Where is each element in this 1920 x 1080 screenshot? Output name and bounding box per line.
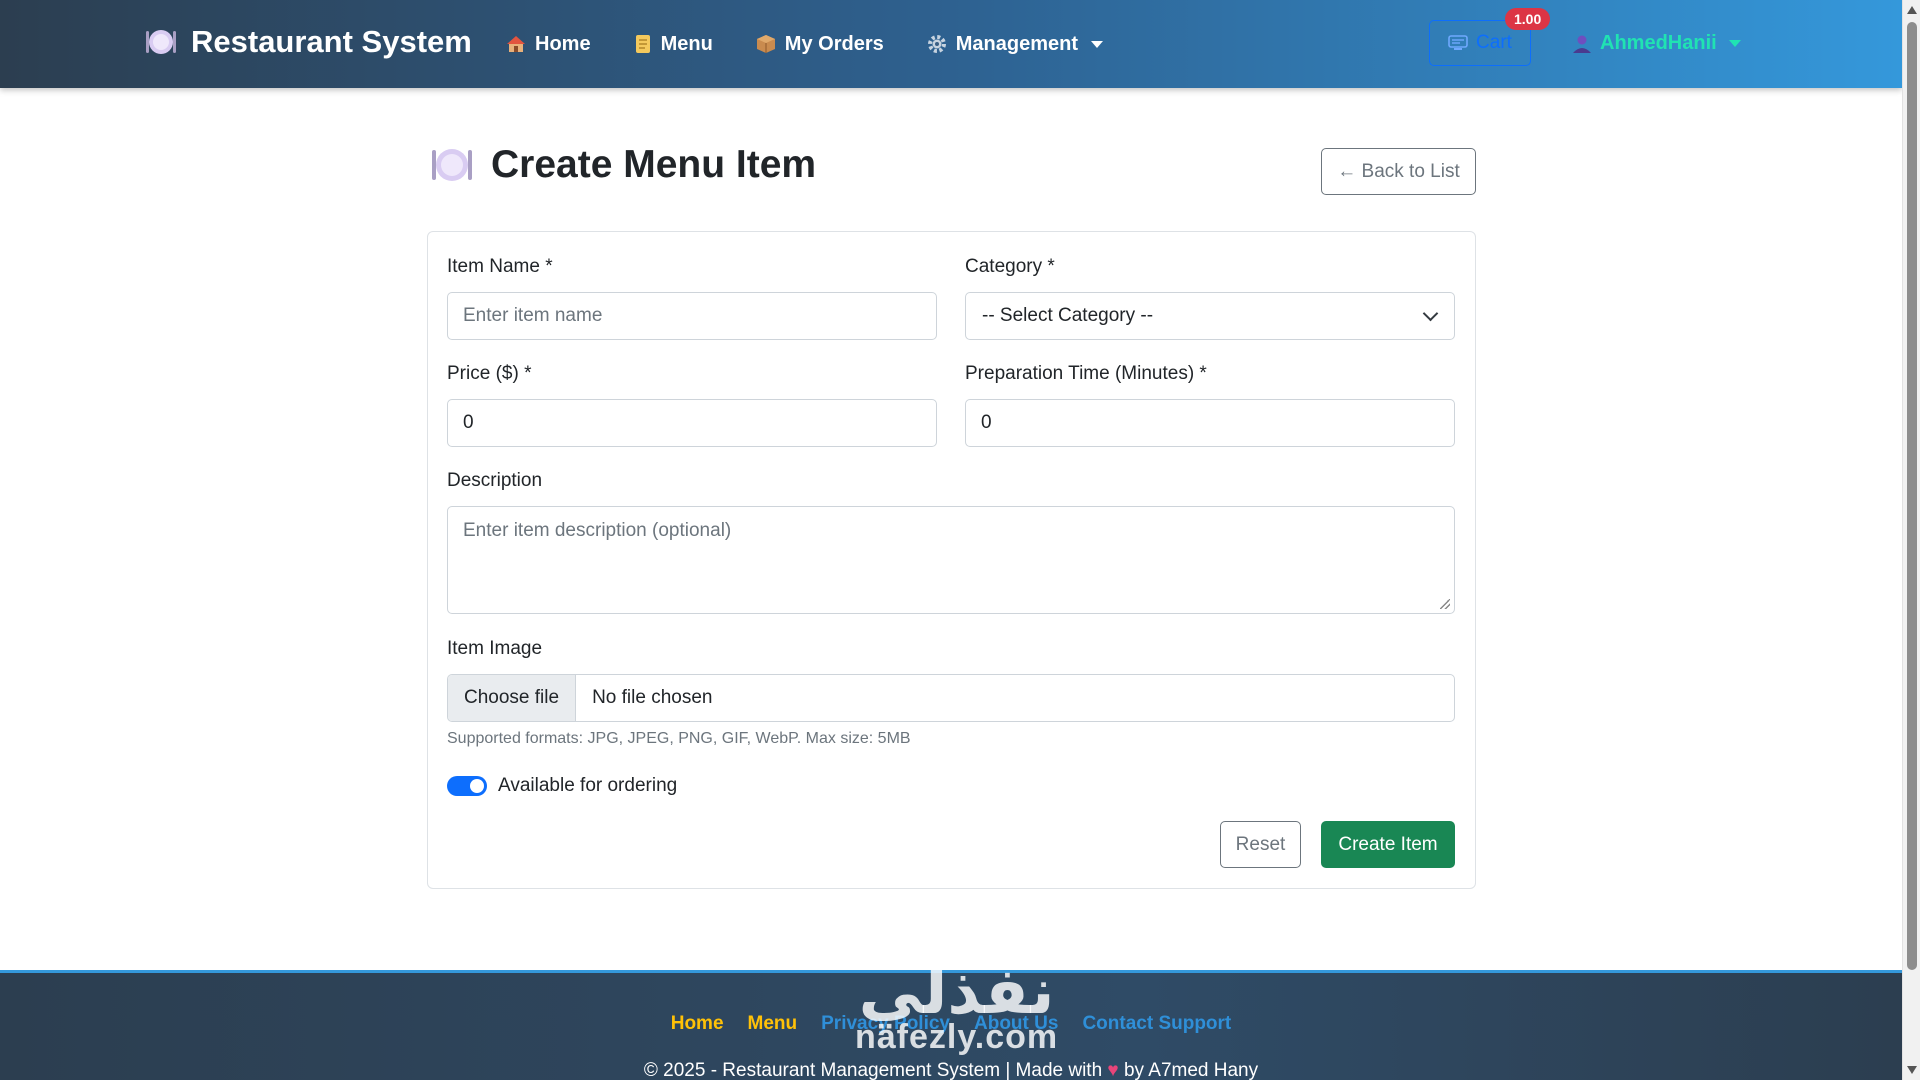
cart-icon — [1448, 35, 1468, 51]
page-header: Create Menu Item — [431, 143, 816, 187]
category-select[interactable]: -- Select Category -- — [965, 292, 1455, 340]
plate-icon — [431, 145, 473, 185]
copyright-text: © 2025 - Restaurant Management System | … — [643, 1060, 1103, 1080]
footer-menu-link[interactable]: Menu — [748, 1013, 798, 1035]
footer-contact-link[interactable]: Contact Support — [1082, 1013, 1231, 1035]
nav-menu-link[interactable]: Menu — [634, 33, 713, 56]
description-label: Description — [447, 470, 543, 491]
item-image-label: Item Image — [447, 638, 543, 659]
item-name-label: Item Name * — [447, 256, 553, 277]
watermark-arabic: نفذلي — [858, 955, 1055, 1029]
house-icon — [506, 34, 526, 54]
cart-label: Cart — [1476, 32, 1512, 53]
prep-time-input[interactable] — [965, 399, 1455, 447]
user-icon — [1572, 34, 1592, 54]
item-name-input[interactable] — [447, 292, 937, 340]
navbar: Restaurant System Home Menu My Orders Ma… — [0, 0, 1902, 88]
scroll-up-icon[interactable] — [1907, 6, 1917, 14]
gear-icon — [927, 34, 947, 54]
available-toggle[interactable] — [447, 776, 487, 796]
chevron-down-icon — [1422, 305, 1439, 322]
page-title: Create Menu Item — [491, 143, 817, 186]
nav-management-label: Management — [955, 32, 1078, 55]
nafezly-watermark: نفذلي nafezly.com — [855, 960, 1058, 1054]
scroll-thumb[interactable] — [1907, 22, 1917, 970]
plate-icon — [145, 27, 177, 57]
brand-link[interactable]: Restaurant System — [145, 24, 472, 60]
nav-home-link[interactable]: Home — [506, 33, 591, 56]
price-label: Price ($) * — [447, 363, 532, 384]
nav-links: Home Menu My Orders Management — [506, 0, 1103, 88]
package-icon — [756, 34, 776, 54]
create-item-button[interactable]: Create Item — [1321, 821, 1455, 868]
category-selected: -- Select Category -- — [982, 305, 1154, 326]
chevron-down-icon — [1090, 40, 1103, 48]
description-textarea[interactable] — [447, 506, 1455, 614]
file-status-text: No file chosen — [592, 687, 713, 708]
page-scrollbar[interactable] — [1902, 0, 1920, 1080]
create-item-form: Item Name * Category * -- Select Categor… — [427, 231, 1476, 889]
reset-button[interactable]: Reset — [1220, 821, 1301, 868]
nav-menu-label: Menu — [660, 32, 713, 55]
back-to-list-button[interactable]: ← Back to List — [1321, 148, 1476, 195]
footer-copyright: © 2025 - Restaurant Management System | … — [0, 1060, 1902, 1080]
choose-file-button[interactable]: Choose file — [448, 675, 577, 721]
description-wrapper — [447, 506, 1455, 614]
resize-handle-icon[interactable] — [1440, 599, 1450, 609]
watermark-latin: nafezly.com — [855, 1018, 1059, 1056]
image-help-text: Supported formats: JPG, JPEG, PNG, GIF, … — [447, 730, 911, 747]
available-toggle-row: Available for ordering — [447, 775, 677, 797]
username: AhmedHanii — [1600, 32, 1717, 54]
heart-icon: ♥ — [1107, 1060, 1119, 1080]
nav-orders-link[interactable]: My Orders — [756, 33, 884, 56]
chevron-down-icon — [1728, 40, 1741, 47]
nav-management-dropdown[interactable]: Management — [927, 33, 1103, 56]
user-dropdown[interactable]: AhmedHanii — [1572, 32, 1741, 55]
author-text: by A7med Hany — [1123, 1060, 1259, 1080]
item-image-file-input[interactable]: Choose file No file chosen — [447, 674, 1455, 722]
price-input[interactable] — [447, 399, 937, 447]
scroll-icon — [634, 34, 652, 54]
brand-title: Restaurant System — [191, 24, 472, 59]
scroll-down-icon[interactable] — [1907, 1066, 1917, 1074]
toggle-knob — [470, 779, 484, 793]
nav-home-label: Home — [535, 32, 591, 55]
prep-time-label: Preparation Time (Minutes) * — [965, 363, 1207, 384]
footer-home-link[interactable]: Home — [671, 1013, 724, 1035]
available-toggle-label: Available for ordering — [498, 775, 678, 796]
category-label: Category * — [965, 256, 1055, 277]
cart-badge: 1.00 — [1505, 8, 1551, 30]
nav-orders-label: My Orders — [784, 32, 884, 55]
